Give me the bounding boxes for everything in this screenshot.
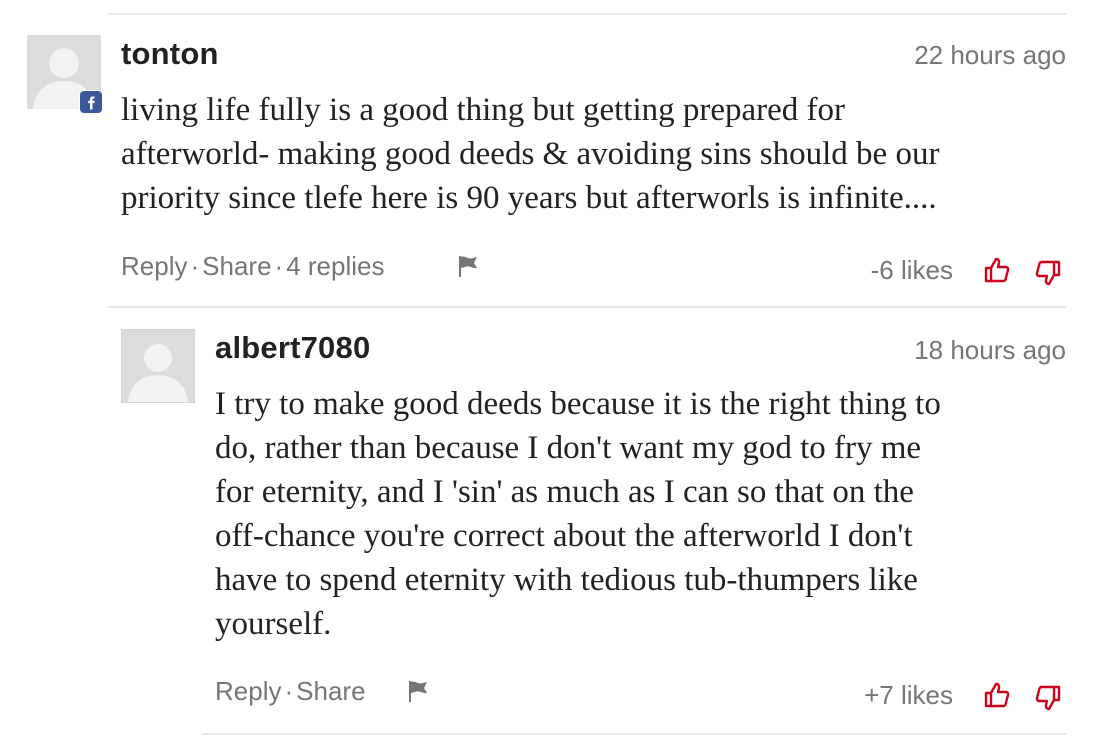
comment-2-line-3: for eternity, and I 'sin' as much as I c… (215, 474, 914, 510)
bottom-divider (202, 733, 1066, 735)
comment-2-username[interactable]: albert7080 (215, 330, 370, 366)
separator-dot: · (284, 676, 294, 706)
comment-1-reply-link[interactable]: Reply (121, 251, 187, 281)
comment-2-body: I try to make good deeds because it is t… (215, 382, 941, 646)
comment-1-line-3: priority since tlefe here is 90 years bu… (121, 180, 937, 216)
comment-1-report-flag-icon[interactable] (455, 253, 481, 284)
comment-2-likes-count: +7 likes (864, 680, 953, 710)
comment-2-line-1: I try to make good deeds because it is t… (215, 386, 941, 422)
comment-2-timestamp[interactable]: 18 hours ago (914, 335, 1066, 366)
separator-dot: · (274, 251, 284, 281)
comment-2-report-flag-icon[interactable] (405, 678, 431, 709)
facebook-icon (79, 90, 103, 114)
reply-divider (108, 306, 1066, 308)
comment-2-downvote-icon[interactable] (1034, 684, 1062, 712)
separator-dot: · (190, 251, 200, 281)
comment-1-upvote-icon[interactable] (983, 256, 1011, 284)
default-user-icon (122, 330, 194, 402)
comment-1-replies-link[interactable]: 4 replies (286, 251, 384, 281)
comment-2-avatar[interactable] (121, 329, 195, 403)
comment-2-upvote-icon[interactable] (983, 681, 1011, 709)
comment-1-timestamp[interactable]: 22 hours ago (914, 40, 1066, 71)
comment-2-line-2: do, rather than because I don't want my … (215, 430, 922, 466)
comment-2-share-link[interactable]: Share (296, 676, 365, 706)
comment-2-line-6: yourself. (215, 606, 332, 642)
comment-1-username[interactable]: tonton (121, 36, 219, 72)
comment-1-body: living life fully is a good thing but ge… (121, 88, 939, 220)
comment-1-likes-count: -6 likes (870, 255, 953, 285)
comment-1-downvote-icon[interactable] (1034, 259, 1062, 287)
comment-2-reply-link[interactable]: Reply (215, 676, 281, 706)
comment-2-line-4: off-chance you're correct about the afte… (215, 518, 913, 554)
top-divider (108, 13, 1066, 15)
comment-1-share-link[interactable]: Share (202, 251, 271, 281)
comment-2-line-5: have to spend eternity with tedious tub-… (215, 562, 918, 598)
comment-1-line-2: afterworld- making good deeds & avoiding… (121, 136, 940, 172)
comment-1-actions: Reply · Share · 4 replies (121, 251, 385, 282)
comment-1-line-1: living life fully is a good thing but ge… (121, 92, 846, 128)
comment-2-actions: Reply · Share (215, 676, 366, 707)
